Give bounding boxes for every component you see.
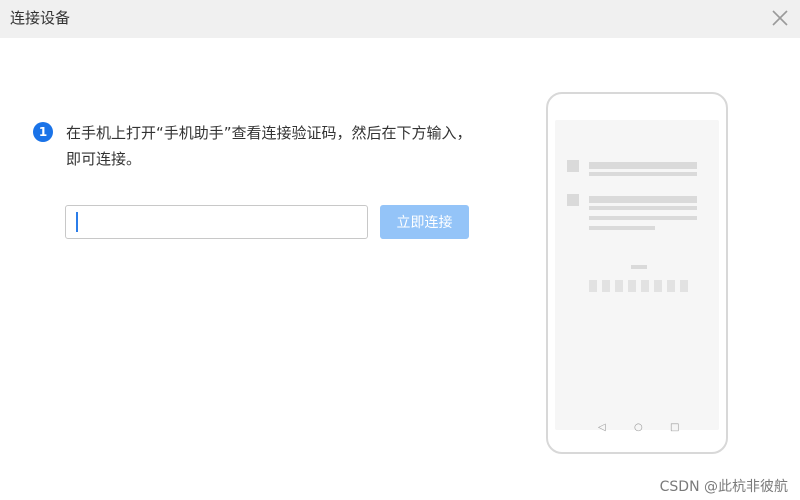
phone-illustration: ◁ ○ □ (546, 92, 728, 454)
code-slot (615, 280, 623, 292)
placeholder-dash (631, 265, 647, 269)
code-slot (667, 280, 675, 292)
code-slot (628, 280, 636, 292)
text-caret (76, 212, 78, 232)
placeholder-square (567, 194, 579, 206)
phone-screen (555, 120, 719, 430)
watermark: CSDN @此杭非彼航 (659, 479, 788, 495)
instruction-text: 在手机上打开“手机助手”查看连接验证码，然后在下方输入，即可连接。 (66, 124, 472, 168)
connect-device-dialog: 连接设备 1 在手机上打开“手机助手”查看连接验证码，然后在下方输入，即可连接。… (0, 0, 800, 500)
connect-now-button[interactable]: 立即连接 (380, 205, 469, 239)
placeholder-line (589, 216, 697, 220)
placeholder-square (567, 160, 579, 172)
close-button[interactable] (766, 4, 794, 32)
placeholder-line (589, 206, 697, 210)
code-slot (589, 280, 597, 292)
verification-code-input[interactable] (65, 205, 368, 239)
back-icon: ◁ (598, 422, 606, 433)
placeholder-line (589, 172, 697, 176)
placeholder-line (589, 162, 697, 169)
dialog-title: 连接设备 (10, 9, 71, 27)
code-slot (680, 280, 688, 292)
home-icon: ○ (634, 422, 643, 433)
code-slot (602, 280, 610, 292)
code-slot (654, 280, 662, 292)
code-slot (641, 280, 649, 292)
recents-icon: □ (670, 422, 680, 433)
placeholder-line (589, 196, 697, 203)
close-icon (772, 10, 788, 26)
step-number-badge: 1 (33, 122, 53, 142)
title-bar: 连接设备 (0, 0, 800, 38)
placeholder-line (589, 226, 655, 230)
